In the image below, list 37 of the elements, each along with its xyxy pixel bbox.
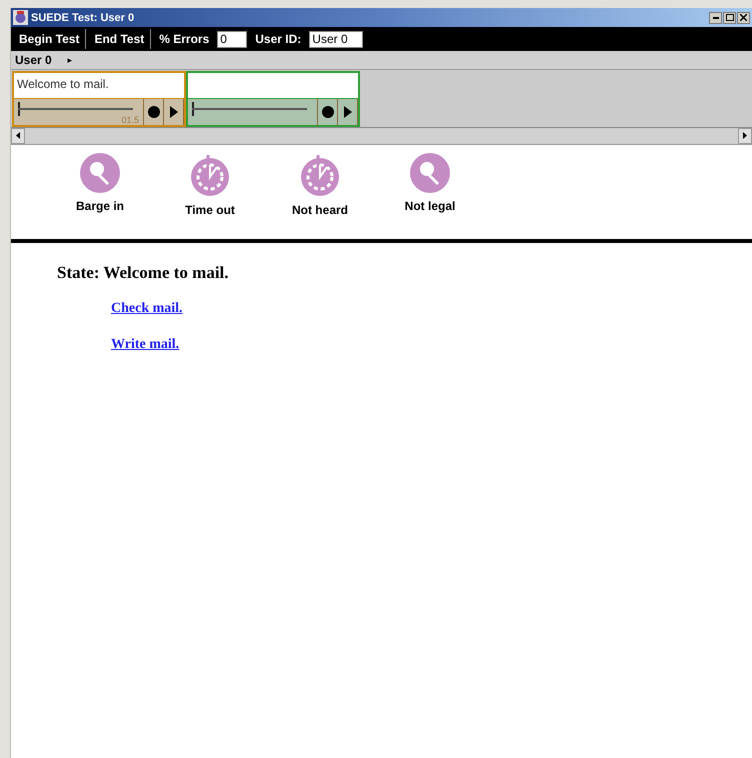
user-id-field[interactable]: User 0 [309, 30, 364, 48]
play-icon [170, 106, 178, 118]
record-icon [322, 106, 334, 118]
left-arrow-icon [16, 132, 20, 138]
event-label: Not heard [292, 203, 348, 217]
close-icon [740, 14, 747, 21]
mail-link[interactable]: Write mail. [111, 337, 180, 353]
errors-label: % Errors [158, 32, 210, 46]
stopwatch-icon [190, 153, 230, 197]
horizontal-scrollbar[interactable] [11, 128, 752, 145]
minimize-button[interactable] [709, 12, 722, 24]
microphone-icon [410, 153, 450, 193]
event-label: Time out [185, 203, 235, 217]
microphone-icon [80, 153, 120, 193]
time-text: 01.5 [121, 115, 139, 125]
play-icon [344, 106, 352, 118]
close-button[interactable] [737, 12, 750, 24]
maximize-button[interactable] [723, 12, 736, 24]
state-title: State: Welcome to mail. [57, 263, 230, 283]
card-text: Welcome to mail. [14, 73, 184, 99]
audio-card[interactable] [186, 71, 360, 127]
record-icon [148, 106, 160, 118]
errors-field[interactable]: 0 [217, 30, 248, 48]
mail-link[interactable]: Check mail. [111, 301, 183, 317]
event-label: Barge in [76, 199, 124, 213]
user-id-label: User ID: [254, 32, 302, 46]
stopwatch-icon [300, 153, 340, 197]
maximize-icon [726, 14, 734, 21]
event-label: Not legal [404, 199, 456, 213]
minimize-icon [712, 16, 718, 18]
window-title: SUEDE Test: User 0 [31, 12, 136, 24]
right-arrow-icon [743, 132, 747, 138]
user-label: User 0 [15, 53, 52, 67]
scroll-right-button[interactable] [738, 128, 752, 144]
scroll-left-button[interactable] [11, 128, 25, 144]
audio-card[interactable]: Welcome to mail. 01.5 [12, 71, 186, 127]
app-icon [13, 10, 28, 25]
